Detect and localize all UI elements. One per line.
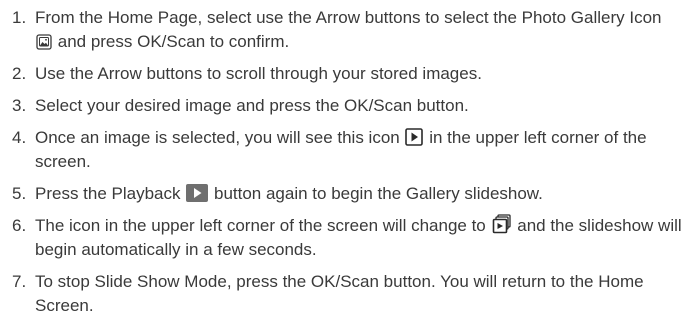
step-text: From the Home Page, select use the Arrow… [35,8,662,27]
playback-button-icon [186,184,209,202]
step-5: 5. Press the Playback button again to be… [0,182,690,206]
step-text: The icon in the upper left corner of the… [35,216,486,235]
play-icon [405,128,424,146]
step-number: 6. [12,216,27,235]
step-text: Use the Arrow buttons to scroll through … [35,64,482,83]
step-number: 5. [12,184,27,203]
step-number: 2. [12,64,27,83]
photo-gallery-icon [36,34,52,50]
step-text: button again to begin the Gallery slides… [213,184,543,203]
step-text: Select your desired image and press the … [35,96,469,115]
step-text: and press OK/Scan to confirm. [57,32,290,51]
step-number: 4. [12,128,27,147]
step-text: Once an image is selected, you will see … [35,128,400,147]
step-text: To stop Slide Show Mode, press the OK/Sc… [35,272,644,315]
slideshow-icon [492,214,512,234]
step-number: 3. [12,96,27,115]
step-text: Press the Playback [35,184,181,203]
step-6: 6. The icon in the upper left corner of … [0,214,690,262]
step-4: 4. Once an image is selected, you will s… [0,126,690,174]
step-2: 2. Use the Arrow buttons to scroll throu… [0,62,690,86]
step-7: 7. To stop Slide Show Mode, press the OK… [0,270,690,318]
instruction-list: 1. From the Home Page, select use the Ar… [0,0,690,318]
step-number: 7. [12,272,27,291]
step-3: 3. Select your desired image and press t… [0,94,690,118]
step-1: 1. From the Home Page, select use the Ar… [0,6,690,54]
step-number: 1. [12,8,27,27]
